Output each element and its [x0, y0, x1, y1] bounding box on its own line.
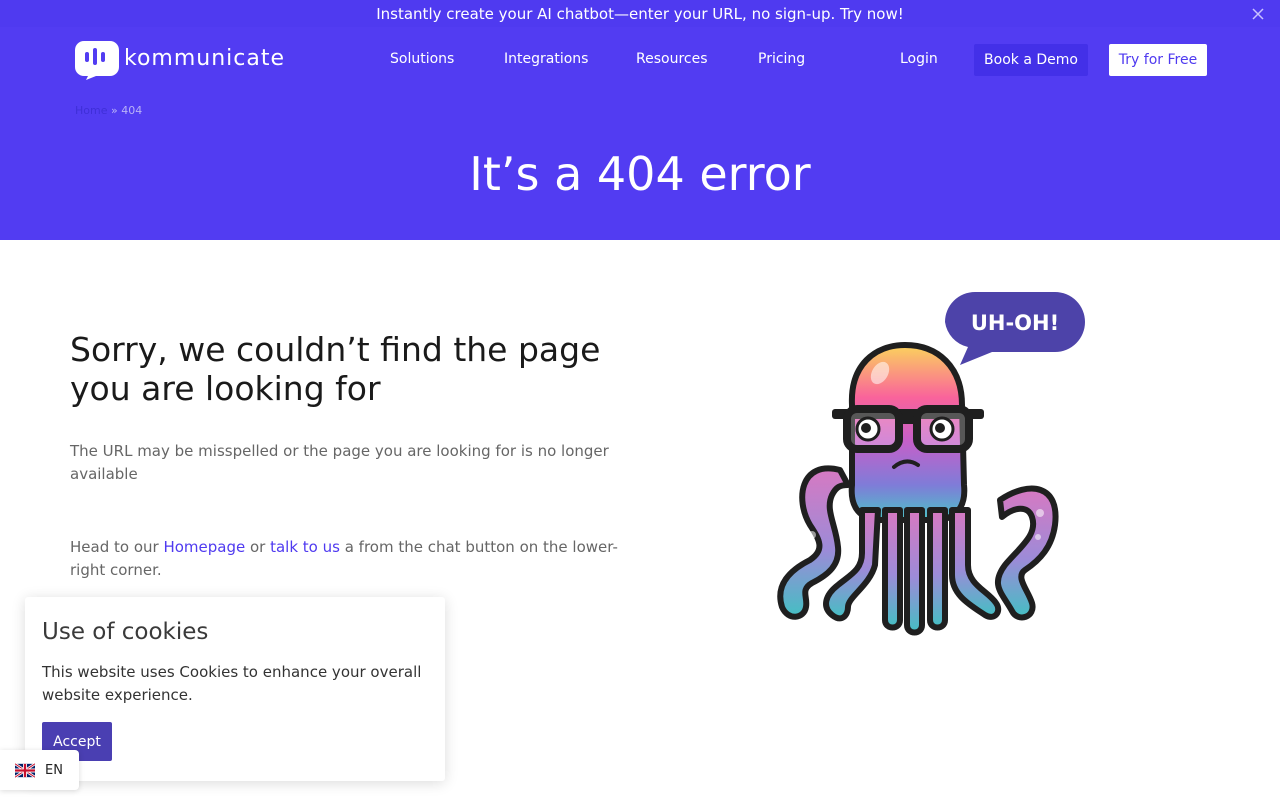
close-icon[interactable] [1250, 6, 1266, 22]
language-label: EN [45, 762, 63, 778]
chat-bubble-logo-icon [75, 41, 119, 80]
breadcrumb-home[interactable]: Home [75, 104, 107, 117]
error-description: The URL may be misspelled or the page yo… [70, 442, 609, 483]
hero-section: kommunicate Solutions Integrations Resou… [0, 27, 1280, 240]
nav-resources[interactable]: Resources [636, 51, 708, 67]
main-nav: kommunicate Solutions Integrations Resou… [0, 27, 1280, 91]
help-text: Head to our Homepage or talk to us a fro… [70, 536, 630, 582]
tentacles [823, 507, 1002, 636]
announcement-bar[interactable]: Instantly create your AI chatbot—enter y… [0, 0, 1280, 27]
homepage-link[interactable]: Homepage [163, 538, 245, 556]
uk-flag-icon [15, 762, 35, 778]
breadcrumb: Home » 404 [75, 104, 142, 117]
help-text-or: or [245, 538, 271, 556]
nav-integrations[interactable]: Integrations [504, 51, 588, 67]
cookie-title: Use of cookies [42, 619, 209, 645]
talk-to-us-link[interactable]: talk to us [270, 538, 340, 556]
help-text-prefix: Head to our [70, 538, 164, 556]
speech-bubble: UH-OH! [945, 292, 1085, 365]
login-link[interactable]: Login [900, 51, 938, 67]
nav-pricing[interactable]: Pricing [758, 51, 805, 67]
logo-text: kommunicate [124, 45, 286, 71]
announcement-text[interactable]: Instantly create your AI chatbot—enter y… [376, 5, 904, 23]
page-title: It’s a 404 error [469, 147, 811, 201]
cookie-banner: Use of cookies This website uses Cookies… [25, 597, 445, 781]
octopus-illustration: UH-OH! [777, 292, 1085, 636]
book-demo-button[interactable]: Book a Demo [974, 44, 1088, 76]
language-switcher[interactable]: EN [0, 750, 79, 790]
try-free-button[interactable]: Try for Free [1109, 44, 1207, 76]
right-arm [994, 485, 1059, 621]
cookie-text: This website uses Cookies to enhance you… [42, 663, 422, 704]
nav-solutions[interactable]: Solutions [390, 51, 454, 67]
logo[interactable]: kommunicate [74, 40, 285, 80]
breadcrumb-current: 404 [121, 104, 143, 117]
speech-bubble-text: UH-OH! [971, 311, 1059, 335]
error-heading: Sorry, we couldn’t find the page you are… [70, 330, 601, 408]
breadcrumb-separator: » [110, 104, 118, 117]
